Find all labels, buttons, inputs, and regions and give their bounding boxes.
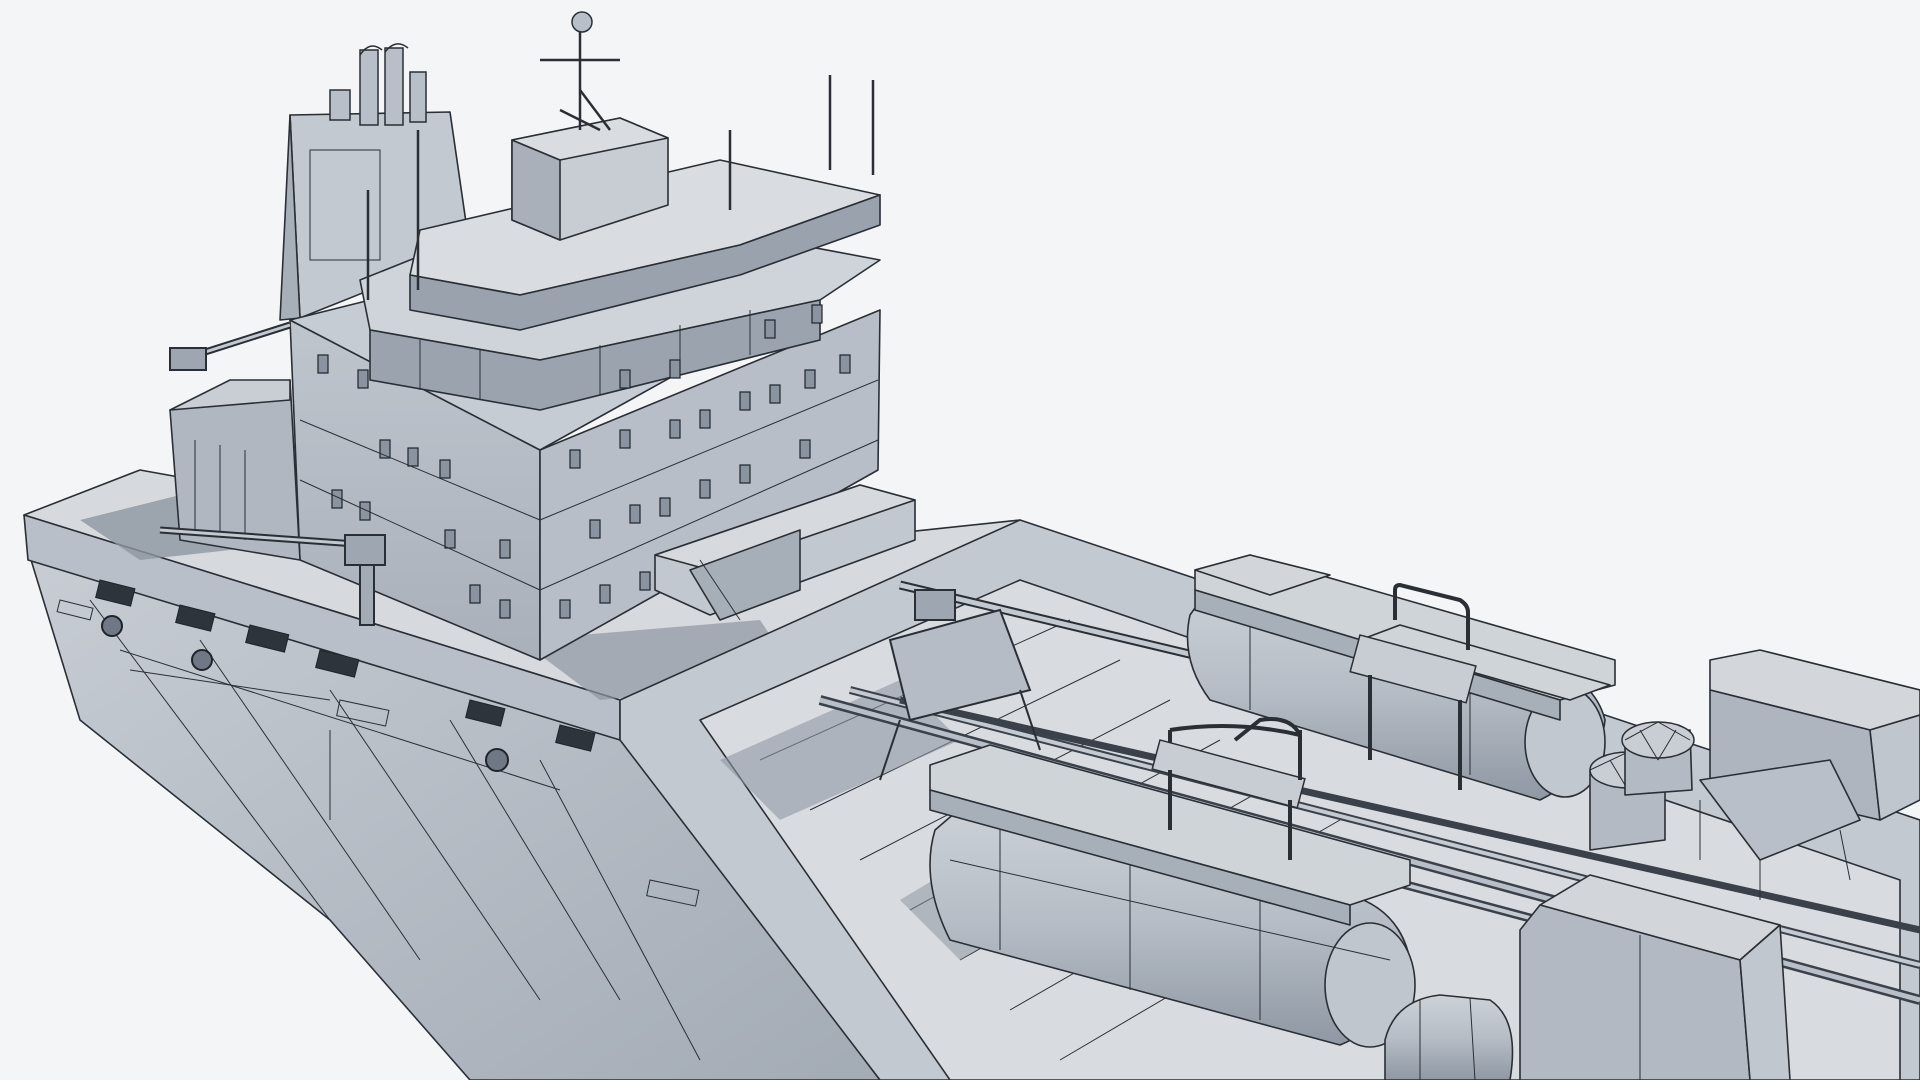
render-viewport [0,0,1920,1080]
ship-render [23,11,1920,1080]
small-tank [1384,994,1514,1080]
